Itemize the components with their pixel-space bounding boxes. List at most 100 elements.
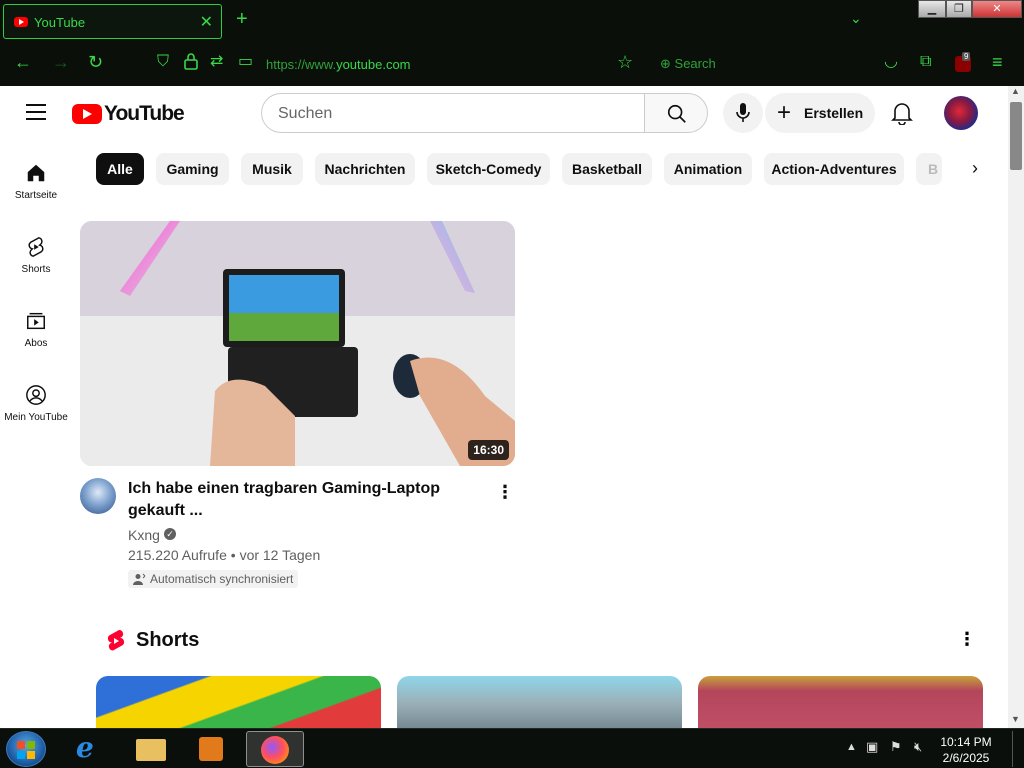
url-bar[interactable]: https://www.youtube.com bbox=[266, 57, 411, 72]
network-icon[interactable]: ▣ bbox=[866, 739, 878, 755]
verified-check-icon: ✓ bbox=[164, 528, 176, 540]
back-icon[interactable]: ← bbox=[14, 52, 32, 72]
chip-music[interactable]: Musik bbox=[241, 153, 303, 185]
url-prefix: https://www. bbox=[266, 57, 337, 72]
chip-partial[interactable]: B bbox=[916, 153, 942, 185]
account-avatar[interactable] bbox=[944, 96, 978, 130]
browser-search-box[interactable]: ⊕ Search bbox=[660, 56, 716, 72]
restore-button[interactable]: ❐ bbox=[946, 0, 972, 18]
reload-icon[interactable]: ↻ bbox=[88, 52, 103, 72]
ublock-count-badge: 9 bbox=[962, 52, 971, 61]
tab-list-chevron-icon[interactable]: ⌄ bbox=[850, 10, 862, 27]
nav-item-label: Abos bbox=[24, 338, 48, 349]
subscriptions-icon bbox=[27, 312, 45, 330]
bookmark-star-icon[interactable]: ☆ bbox=[617, 52, 633, 72]
forward-icon[interactable]: → bbox=[52, 52, 70, 72]
guide-menu-icon[interactable] bbox=[26, 104, 46, 125]
taskbar-file-explorer[interactable] bbox=[122, 731, 180, 767]
shorts-section-title: Shorts bbox=[136, 629, 200, 651]
thumbnail-image bbox=[80, 221, 515, 466]
close-window-button[interactable]: ✕ bbox=[972, 0, 1022, 18]
chip-all[interactable]: Alle bbox=[96, 153, 144, 185]
show-desktop-button[interactable] bbox=[1012, 731, 1022, 767]
youtube-favicon-icon bbox=[14, 17, 28, 27]
chip-gaming[interactable]: Gaming bbox=[156, 153, 229, 185]
pocket-icon[interactable]: ◡ bbox=[884, 52, 898, 72]
media-player-icon bbox=[199, 737, 223, 761]
nav-item-label: Startseite bbox=[14, 190, 58, 201]
search-button[interactable] bbox=[644, 93, 708, 133]
clock-date: 2/6/2025 bbox=[942, 751, 990, 765]
shorts-logo-icon bbox=[107, 629, 125, 651]
minimize-button[interactable]: ▁ bbox=[918, 0, 946, 18]
nav-item-my-youtube[interactable]: Mein YouTube bbox=[0, 384, 72, 423]
logo-text: YouTube bbox=[104, 102, 185, 125]
chip-action-adventures[interactable]: Action-Adventures bbox=[764, 153, 904, 185]
reader-icon[interactable]: ▭ bbox=[238, 52, 253, 72]
clock-time: 10:14 PM bbox=[940, 735, 992, 749]
create-button[interactable]: + Erstellen bbox=[765, 93, 875, 133]
search-input[interactable]: Suchen bbox=[261, 93, 645, 133]
nav-item-label: Mein YouTube bbox=[4, 412, 68, 423]
windows-logo-icon bbox=[17, 741, 35, 759]
page-scrollbar[interactable] bbox=[1008, 86, 1024, 728]
lock-icon[interactable] bbox=[184, 52, 198, 74]
account-icon bbox=[26, 385, 46, 405]
search-engine-icon: ⊕ bbox=[660, 56, 671, 71]
close-tab-icon[interactable]: ✕ bbox=[200, 12, 213, 32]
youtube-page: YouTube Suchen + Erstellen Startseite Sh… bbox=[0, 86, 1008, 728]
nav-item-subscriptions[interactable]: Abos bbox=[0, 310, 72, 349]
firefox-icon bbox=[261, 736, 289, 764]
chips-next-chevron-icon[interactable]: › bbox=[972, 158, 978, 179]
permissions-icon[interactable]: ⇄ bbox=[210, 52, 223, 72]
show-hidden-icons[interactable]: ▲ bbox=[846, 741, 857, 753]
notifications-bell-icon[interactable] bbox=[891, 101, 913, 125]
video-more-options-icon[interactable]: ⋮ bbox=[496, 482, 514, 503]
video-views: 215.220 Aufrufe bbox=[128, 547, 227, 563]
system-clock[interactable]: 10:14 PM 2/6/2025 bbox=[934, 734, 998, 766]
extensions-icon[interactable]: ⧉ bbox=[920, 52, 931, 72]
short-thumbnail[interactable] bbox=[96, 676, 381, 728]
new-tab-icon[interactable]: + bbox=[236, 8, 248, 31]
voice-search-button[interactable] bbox=[723, 93, 763, 133]
scrollbar-thumb[interactable] bbox=[1010, 102, 1022, 170]
channel-name[interactable]: Kxng bbox=[128, 527, 160, 543]
ublock-icon[interactable]: 9 bbox=[954, 52, 974, 72]
taskbar-firefox[interactable] bbox=[246, 731, 304, 767]
search-placeholder: Suchen bbox=[278, 105, 333, 122]
home-icon bbox=[27, 164, 45, 182]
nav-item-shorts[interactable]: Shorts bbox=[0, 236, 72, 275]
video-age: vor 12 Tagen bbox=[239, 547, 321, 563]
volume-muted-icon[interactable]: 🔇︎ bbox=[914, 739, 922, 755]
chip-animation[interactable]: Animation bbox=[664, 153, 752, 185]
dubbing-person-icon bbox=[133, 573, 146, 585]
hamburger-menu-icon[interactable]: ≡ bbox=[992, 52, 1003, 72]
windows-taskbar: e ▲ ▣ ⚑ 🔇︎ 10:14 PM 2/6/2025 bbox=[0, 728, 1024, 768]
action-center-flag-icon[interactable]: ⚑ bbox=[890, 739, 902, 755]
video-thumbnail[interactable]: 16:30 bbox=[80, 221, 515, 466]
short-thumbnail[interactable] bbox=[698, 676, 983, 728]
shield-icon[interactable]: ⛉ bbox=[157, 52, 169, 72]
taskbar-media-player[interactable] bbox=[182, 731, 240, 767]
scroll-up-icon[interactable]: ▲ bbox=[1011, 86, 1020, 96]
chip-basketball[interactable]: Basketball bbox=[562, 153, 652, 185]
internet-explorer-icon: e bbox=[76, 731, 94, 764]
folder-icon bbox=[136, 739, 166, 761]
browser-tab-youtube[interactable]: YouTube ✕ bbox=[3, 4, 222, 39]
scroll-down-icon[interactable]: ▼ bbox=[1011, 714, 1020, 724]
short-thumbnail[interactable] bbox=[397, 676, 682, 728]
browser-tab-bar: YouTube ✕ + ⌄ ▁ ❐ ✕ bbox=[0, 0, 1024, 42]
auto-dubbed-badge: Automatisch synchronisiert bbox=[128, 570, 299, 588]
shorts-more-options-icon[interactable]: ⋮ bbox=[958, 629, 976, 650]
badge-label: Automatisch synchronisiert bbox=[150, 572, 294, 586]
youtube-play-logo-icon bbox=[72, 104, 102, 124]
chip-news[interactable]: Nachrichten bbox=[315, 153, 415, 185]
channel-avatar[interactable] bbox=[80, 478, 116, 514]
search-icon bbox=[667, 104, 686, 123]
chip-sketch-comedy[interactable]: Sketch-Comedy bbox=[427, 153, 550, 185]
url-domain: youtube.com bbox=[336, 57, 411, 72]
taskbar-internet-explorer[interactable]: e bbox=[62, 731, 120, 767]
nav-item-home[interactable]: Startseite bbox=[0, 162, 72, 201]
start-button[interactable] bbox=[6, 731, 46, 767]
video-title[interactable]: Ich habe einen tragbaren Gaming-Laptop g… bbox=[128, 478, 488, 522]
